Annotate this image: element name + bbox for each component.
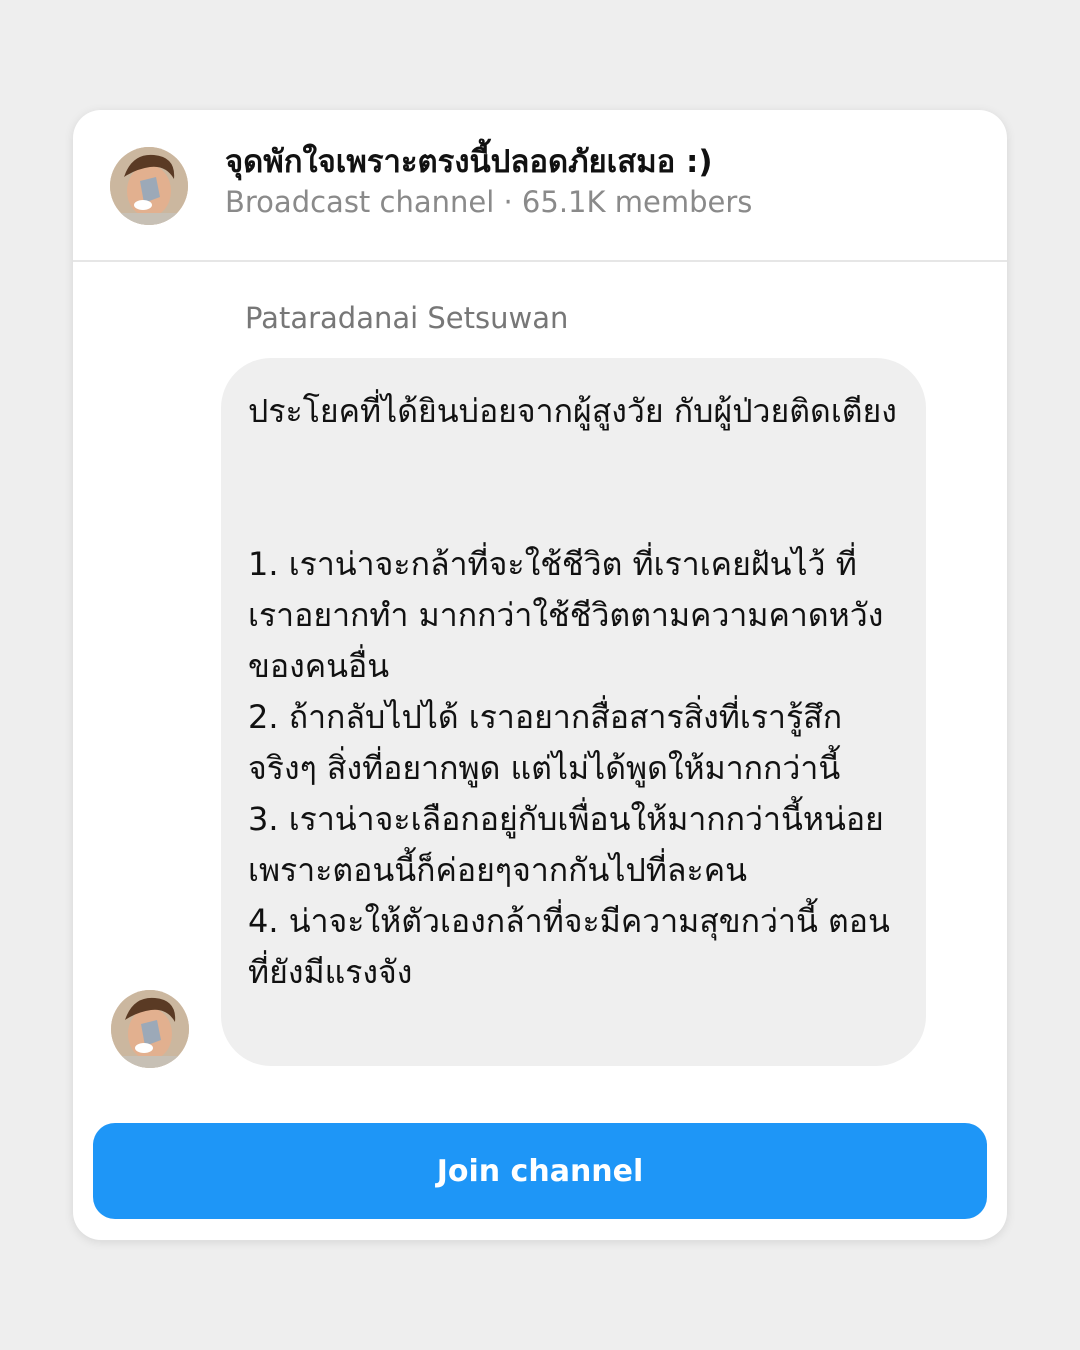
channel-avatar[interactable] bbox=[110, 147, 188, 225]
channel-subtitle: Broadcast channel · 65.1K members bbox=[225, 185, 753, 219]
message-item-4: 4. น่าจะให้ตัวเองกล้าที่จะมีความสุขกว่าน… bbox=[248, 902, 890, 991]
profile-photo-icon bbox=[111, 990, 189, 1068]
channel-card: จุดพักใจเพราะตรงนี้ปลอดภัยเสมอ :) Broadc… bbox=[73, 110, 1007, 1240]
message-item-3: 3. เราน่าจะเลือกอยู่กับเพื่อนให้มากกว่าน… bbox=[248, 800, 884, 889]
message-intro: ประโยคที่ได้ยินบ่อยจากผู้สูงวัย กับผู้ป่… bbox=[248, 392, 897, 430]
join-channel-button[interactable]: Join channel bbox=[93, 1123, 987, 1219]
channel-title: จุดพักใจเพราะตรงนี้ปลอดภัยเสมอ :) bbox=[225, 144, 713, 180]
message-body: ประโยคที่ได้ยินบ่อยจากผู้สูงวัย กับผู้ป่… bbox=[248, 386, 902, 998]
channel-header[interactable]: จุดพักใจเพราะตรงนี้ปลอดภัยเสมอ :) Broadc… bbox=[73, 110, 1007, 262]
message-bubble: ประโยคที่ได้ยินบ่อยจากผู้สูงวัย กับผู้ป่… bbox=[221, 358, 926, 1066]
message-sender: Pataradanai Setsuwan bbox=[245, 301, 569, 335]
message-item-1: 1. เราน่าจะกล้าที่จะใช้ชีวิต ที่เราเคยฝั… bbox=[248, 545, 884, 685]
profile-photo-icon bbox=[110, 147, 188, 225]
sender-avatar[interactable] bbox=[111, 990, 189, 1068]
message-item-2: 2. ถ้ากลับไปได้ เราอยากสื่อสารสิ่งที่เรา… bbox=[248, 698, 843, 787]
